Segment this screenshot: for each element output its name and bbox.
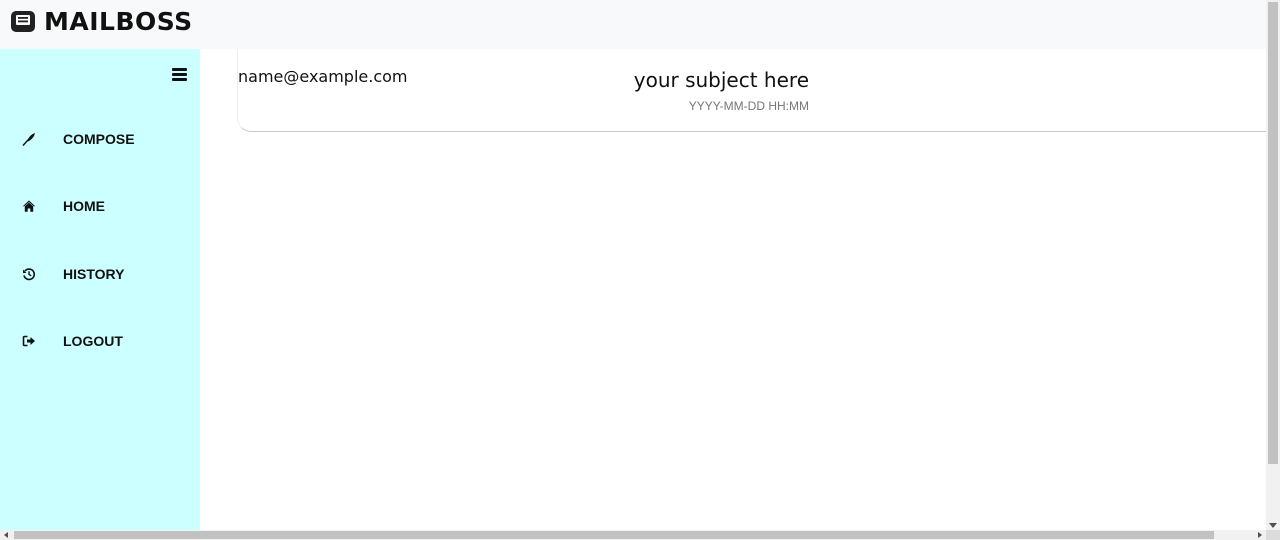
sidebar-item-label: HOME [63,198,105,214]
envelope-open-text-icon [11,11,35,32]
sidebar-item-compose[interactable]: COMPOSE [0,122,200,156]
scroll-left-arrow-icon[interactable] [4,532,8,538]
mail-list: name@example.com your subject here YYYY-… [200,49,1266,530]
sidebar-item-label: LOGOUT [63,333,123,349]
mail-date: YYYY-MM-DD HH:MM [688,99,809,113]
sidebar-item-label: HISTORY [63,266,125,282]
sidebar-item-logout[interactable]: LOGOUT [0,324,200,358]
vertical-scrollbar[interactable] [1266,0,1280,530]
mail-list-item[interactable]: name@example.com your subject here YYYY-… [237,49,1266,132]
brand-name: MAILBOSS [44,6,193,36]
mail-sender: name@example.com [238,67,408,86]
vertical-scrollbar-thumb[interactable] [1268,2,1278,464]
brand[interactable]: MAILBOSS [10,6,193,36]
sidebar-item-home[interactable]: HOME [0,189,200,223]
home-icon [21,199,36,214]
hamburger-menu-icon[interactable] [172,68,187,81]
horizontal-scrollbar-thumb[interactable] [14,531,1214,539]
sidebar-item-label: COMPOSE [63,131,135,147]
top-navbar: MAILBOSS [0,0,1266,49]
scrollbar-corner [1266,530,1280,540]
sidebar-item-history[interactable]: HISTORY [0,257,200,291]
sign-out-icon [21,334,36,349]
horizontal-scrollbar[interactable] [0,530,1266,540]
history-icon [21,267,36,282]
mail-subject: your subject here [633,68,809,92]
scroll-down-arrow-icon[interactable] [1269,523,1277,528]
sidebar: COMPOSE HOME HISTORY LOGOUT [0,49,200,530]
feather-icon [21,132,36,147]
scroll-right-arrow-icon[interactable] [1258,532,1262,538]
